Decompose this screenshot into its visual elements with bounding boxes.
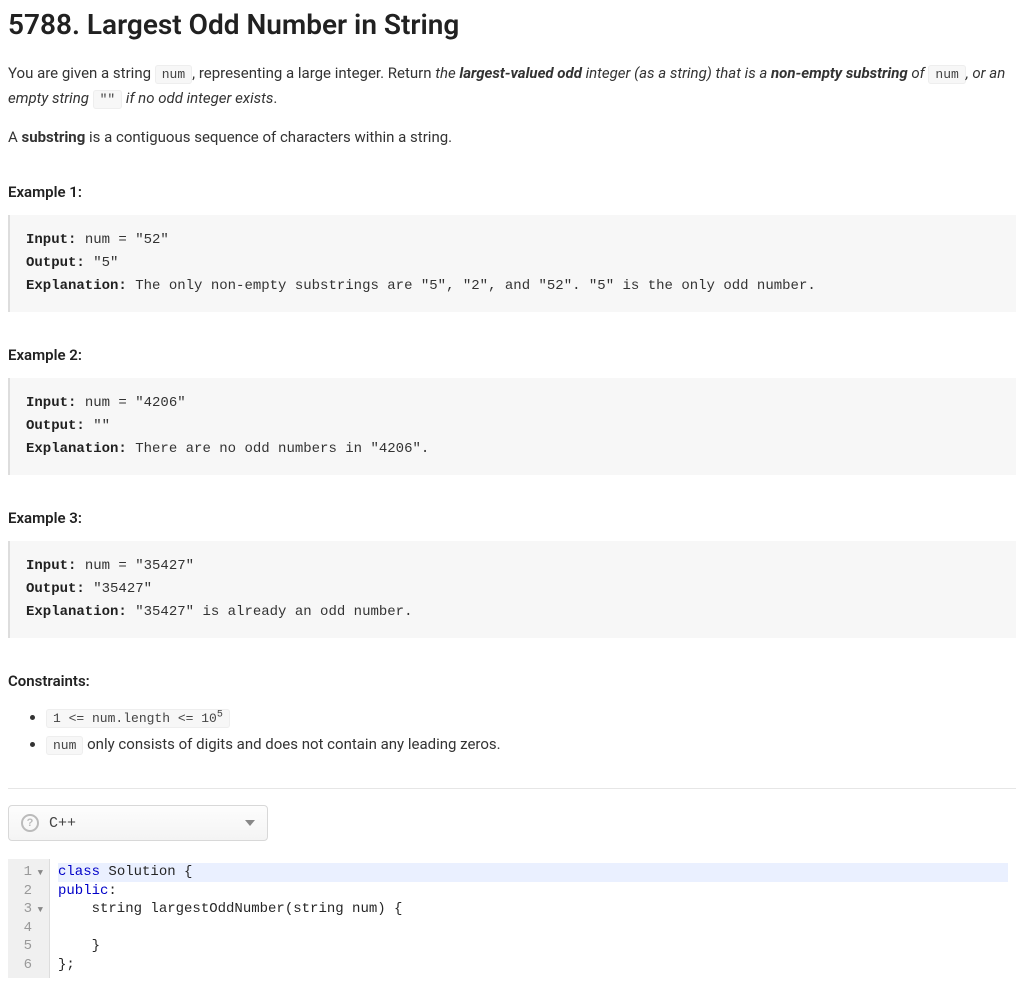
code-num: num — [155, 65, 192, 84]
input-label: Input: — [26, 558, 76, 574]
text-bold: non-empty substring — [771, 64, 908, 82]
output-value: "5" — [85, 255, 119, 271]
language-toolbar: ? C++ — [8, 788, 1016, 841]
explanation-value: The only non-empty substrings are "5", "… — [127, 278, 816, 294]
language-select[interactable]: ? C++ — [8, 805, 268, 841]
line-number: 3 — [24, 900, 32, 919]
code-text — [58, 920, 125, 936]
line-number: 1 — [24, 863, 32, 882]
code-text: : — [108, 883, 116, 899]
desc-paragraph-2: A substring is a contiguous sequence of … — [8, 125, 1016, 149]
code-line[interactable]: }; — [58, 956, 1008, 975]
constraint-item: num only consists of digits and does not… — [46, 731, 1016, 758]
input-value: num = "52" — [76, 232, 168, 248]
line-number: 2 — [24, 882, 32, 901]
problem-description: You are given a string num, representing… — [8, 61, 1016, 758]
code-text: } — [58, 938, 100, 954]
keyword: public — [58, 883, 108, 899]
explanation-label: Explanation: — [26, 278, 127, 294]
example-2-block: Input: num = "4206" Output: "" Explanati… — [8, 378, 1016, 475]
output-label: Output: — [26, 581, 85, 597]
code-line[interactable]: public: — [58, 882, 1008, 901]
text: You are given a string — [8, 64, 155, 82]
line-number: 4 — [24, 919, 32, 938]
text: is a contiguous sequence of characters w… — [85, 128, 452, 146]
fold-icon[interactable]: ▼ — [35, 904, 43, 916]
example-1-label: Example 1: — [8, 183, 1016, 201]
editor-code-area[interactable]: class Solution { public: string largestO… — [50, 859, 1016, 978]
superscript: 5 — [217, 710, 223, 721]
explanation-value: There are no odd numbers in "4206". — [127, 441, 429, 457]
text: only consists of digits and does not con… — [83, 735, 500, 753]
code-line[interactable]: class Solution { — [58, 863, 1008, 882]
code-text: Solution { — [100, 864, 192, 880]
help-icon[interactable]: ? — [21, 814, 39, 832]
text: , representing a large integer. Return — [192, 64, 435, 82]
line-number: 6 — [24, 956, 32, 975]
text: 1 <= num.length <= 10 — [53, 711, 217, 726]
text: of — [908, 64, 929, 82]
input-label: Input: — [26, 232, 76, 248]
constraint-item: 1 <= num.length <= 105 — [46, 704, 1016, 731]
keyword: class — [58, 864, 100, 880]
code-text: }; — [58, 957, 75, 973]
code-line[interactable]: string largestOddNumber(string num) { — [58, 900, 1008, 919]
output-value: "" — [85, 418, 110, 434]
text: integer (as a string) that is a — [582, 64, 771, 82]
editor-gutter: 1▼ 2 3▼ 4 5 6 — [8, 859, 50, 978]
constraint-code: num — [46, 736, 83, 755]
input-value: num = "4206" — [76, 395, 185, 411]
input-value: num = "35427" — [76, 558, 194, 574]
desc-paragraph-1: You are given a string num, representing… — [8, 61, 1016, 111]
code-editor[interactable]: 1▼ 2 3▼ 4 5 6 class Solution { public: s… — [8, 859, 1016, 978]
text-bold: substring — [22, 128, 86, 146]
output-value: "35427" — [85, 581, 152, 597]
example-2-label: Example 2: — [8, 346, 1016, 364]
text: A — [8, 128, 22, 146]
language-selected-label: C++ — [49, 815, 76, 832]
text: if no odd integer exists — [122, 89, 273, 107]
chevron-down-icon — [245, 820, 255, 826]
constraint-code: 1 <= num.length <= 105 — [46, 709, 230, 728]
code-text: string largestOddNumber(string num) { — [58, 901, 402, 917]
explanation-label: Explanation: — [26, 604, 127, 620]
text-bold: largest-valued odd — [459, 64, 582, 82]
code-line[interactable] — [58, 919, 1008, 938]
input-label: Input: — [26, 395, 76, 411]
example-3-block: Input: num = "35427" Output: "35427" Exp… — [8, 541, 1016, 638]
constraints-label: Constraints: — [8, 672, 1016, 690]
text: the — [435, 64, 459, 82]
example-1-block: Input: num = "52" Output: "5" Explanatio… — [8, 215, 1016, 312]
code-num: num — [928, 65, 965, 84]
explanation-label: Explanation: — [26, 441, 127, 457]
example-3-label: Example 3: — [8, 509, 1016, 527]
code-line[interactable]: } — [58, 937, 1008, 956]
problem-title: 5788. Largest Odd Number in String — [8, 8, 1016, 41]
line-number: 5 — [24, 937, 32, 956]
constraints-list: 1 <= num.length <= 105 num only consists… — [8, 704, 1016, 758]
code-empty: "" — [93, 90, 123, 109]
text: . — [273, 89, 277, 107]
fold-icon[interactable]: ▼ — [35, 867, 43, 879]
explanation-value: "35427" is already an odd number. — [127, 604, 413, 620]
output-label: Output: — [26, 418, 85, 434]
output-label: Output: — [26, 255, 85, 271]
